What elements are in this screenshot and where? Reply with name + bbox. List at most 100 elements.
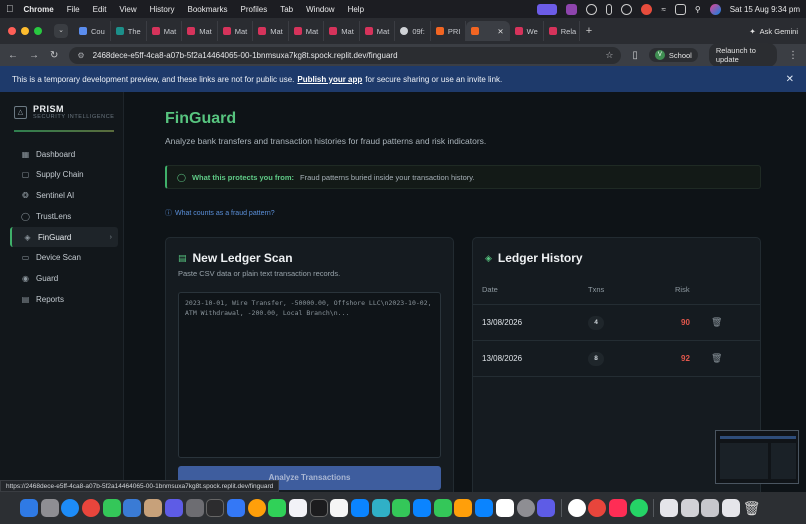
photos-alt-icon[interactable] bbox=[247, 499, 266, 517]
screenshot-thumbnail[interactable] bbox=[715, 430, 799, 484]
sidebar-item-guard[interactable]: ◉ Guard bbox=[10, 269, 118, 289]
table-row[interactable]: 13/08/2026 4 90 🗑 bbox=[473, 305, 760, 341]
minimize-window-button[interactable] bbox=[21, 27, 29, 35]
menu-tab[interactable]: Tab bbox=[280, 5, 293, 14]
battery-icon[interactable] bbox=[606, 3, 613, 15]
menu-edit[interactable]: Edit bbox=[93, 5, 107, 14]
sidebar-item-dashboard[interactable]: ▦ Dashboard bbox=[10, 144, 118, 164]
messages-icon[interactable] bbox=[102, 499, 121, 517]
screenshot-file-icon[interactable] bbox=[722, 499, 741, 517]
zoom-window-button[interactable] bbox=[34, 27, 42, 35]
folder-icon[interactable] bbox=[701, 499, 720, 517]
launchpad-icon[interactable] bbox=[40, 499, 59, 517]
search-icon[interactable]: ⚲ bbox=[695, 5, 701, 14]
system-settings-icon[interactable] bbox=[516, 499, 535, 517]
record-icon[interactable] bbox=[641, 3, 653, 15]
trash-icon[interactable]: 🗑 bbox=[743, 500, 761, 517]
freeform-icon[interactable] bbox=[351, 499, 369, 517]
browser-tab[interactable]: PRI bbox=[431, 21, 467, 41]
downloads-icon[interactable] bbox=[680, 499, 699, 517]
back-button[interactable]: ← bbox=[8, 50, 18, 61]
control-center-icon[interactable] bbox=[674, 3, 686, 15]
siri-icon[interactable] bbox=[709, 3, 721, 15]
menu-profiles[interactable]: Profiles bbox=[241, 5, 268, 14]
extensions-icon[interactable]: ▯ bbox=[632, 50, 638, 61]
tab-search-icon[interactable]: ⌄ bbox=[54, 24, 68, 38]
keynote-icon[interactable] bbox=[226, 499, 245, 517]
whatsapp-icon[interactable] bbox=[629, 499, 648, 517]
site-info-icon[interactable]: ⚙ bbox=[77, 51, 84, 60]
browser-tab[interactable]: Mat bbox=[147, 21, 183, 41]
chrome-icon[interactable] bbox=[82, 499, 101, 517]
browser-tab[interactable]: Mat bbox=[253, 21, 289, 41]
document-icon[interactable] bbox=[660, 499, 678, 517]
terminal-icon[interactable] bbox=[206, 499, 225, 517]
capcut-icon[interactable] bbox=[495, 499, 514, 517]
sidebar-item-trustlens[interactable]: ◯ TrustLens bbox=[10, 206, 118, 226]
url-field[interactable]: ⚙ 2468dece-e5ff-4ca8-a07b-5f2a14464065-0… bbox=[69, 46, 622, 64]
contacts-icon[interactable] bbox=[144, 499, 163, 517]
safari-icon[interactable] bbox=[61, 499, 80, 517]
app-store-icon[interactable] bbox=[475, 499, 494, 517]
brand[interactable]: △ PRISM SECURITY INTELLIGENCE bbox=[14, 104, 115, 120]
menu-bookmarks[interactable]: Bookmarks bbox=[188, 5, 228, 14]
sidebar-item-finguard[interactable]: ◈ FinGuard › bbox=[10, 227, 118, 248]
stocks-icon[interactable] bbox=[309, 499, 328, 517]
sidebar-item-sentinel-ai[interactable]: ❂ Sentinel AI bbox=[10, 186, 118, 206]
play-icon[interactable] bbox=[621, 3, 633, 15]
datetime[interactable]: Sat 15 Aug 9:34 pm bbox=[730, 5, 800, 14]
browser-tab[interactable]: Cou bbox=[74, 21, 111, 41]
chrome-alt-icon[interactable] bbox=[588, 499, 607, 517]
browser-tab[interactable]: The bbox=[111, 21, 147, 41]
sidebar-item-reports[interactable]: ▤ Reports bbox=[10, 290, 118, 310]
forward-button[interactable]: → bbox=[29, 50, 39, 61]
screenshot-icon[interactable] bbox=[185, 499, 204, 517]
keynote-alt-icon[interactable] bbox=[413, 499, 432, 517]
menu-history[interactable]: History bbox=[150, 5, 175, 14]
browser-tab[interactable]: Mat bbox=[360, 21, 396, 41]
pages-icon[interactable] bbox=[454, 499, 473, 517]
calendar-icon[interactable] bbox=[288, 499, 307, 517]
close-window-button[interactable] bbox=[8, 27, 16, 35]
browser-tab[interactable]: 09f: bbox=[395, 21, 431, 41]
browser-tab-active[interactable]: ✕ bbox=[466, 21, 510, 41]
screen-share-icon[interactable] bbox=[537, 3, 558, 15]
new-tab-button[interactable]: + bbox=[586, 25, 592, 37]
screen-time-icon[interactable] bbox=[537, 499, 556, 517]
relaunch-button[interactable]: Relaunch to update bbox=[708, 43, 777, 67]
close-banner-icon[interactable]: ✕ bbox=[786, 74, 794, 85]
delete-icon[interactable]: 🗑 bbox=[711, 317, 722, 328]
browser-tab[interactable]: Mat bbox=[182, 21, 218, 41]
bookmark-star-icon[interactable]: ☆ bbox=[605, 50, 613, 61]
profile-button[interactable]: V School bbox=[648, 48, 698, 62]
more-menu-icon[interactable]: ⋮ bbox=[788, 50, 798, 61]
finder-icon[interactable] bbox=[20, 499, 38, 517]
delete-icon[interactable]: 🗑 bbox=[711, 353, 722, 364]
menu-app-name[interactable]: Chrome bbox=[24, 5, 54, 14]
fraud-pattern-link[interactable]: ⓘ What counts as a fraud pattern? bbox=[165, 208, 275, 218]
menu-help[interactable]: Help bbox=[348, 5, 364, 14]
browser-tab[interactable]: Mat bbox=[218, 21, 254, 41]
close-tab-icon[interactable]: ✕ bbox=[497, 27, 503, 36]
apple-icon[interactable]:  bbox=[6, 4, 14, 15]
sidebar-item-supply-chain[interactable]: ▢ Supply Chain bbox=[10, 165, 118, 185]
browser-tab[interactable]: Mat bbox=[289, 21, 325, 41]
menu-window[interactable]: Window bbox=[306, 5, 334, 14]
numbers-icon[interactable] bbox=[392, 499, 411, 517]
publish-app-link[interactable]: Publish your app bbox=[297, 75, 362, 84]
mail-icon[interactable] bbox=[123, 499, 142, 517]
notes-icon[interactable] bbox=[330, 499, 349, 517]
maps-icon[interactable] bbox=[371, 499, 390, 517]
wifi-icon[interactable]: ≈ bbox=[661, 5, 665, 14]
screen-recorder-icon[interactable] bbox=[608, 499, 627, 517]
menu-file[interactable]: File bbox=[67, 5, 80, 14]
table-row[interactable]: 13/08/2026 8 92 🗑 bbox=[473, 341, 760, 377]
reload-button[interactable]: ↻ bbox=[50, 50, 58, 61]
menu-view[interactable]: View bbox=[119, 5, 136, 14]
browser-tab[interactable]: Mat bbox=[324, 21, 360, 41]
sync-icon[interactable] bbox=[586, 3, 598, 15]
ask-gemini-button[interactable]: ✦ Ask Gemini bbox=[749, 27, 798, 36]
photos-icon[interactable] bbox=[164, 499, 183, 517]
transaction-data-input[interactable]: 2023-10-01, Wire Transfer, -50000.00, Of… bbox=[178, 292, 441, 458]
sidebar-item-device-scan[interactable]: ▭ Device Scan bbox=[10, 248, 118, 268]
